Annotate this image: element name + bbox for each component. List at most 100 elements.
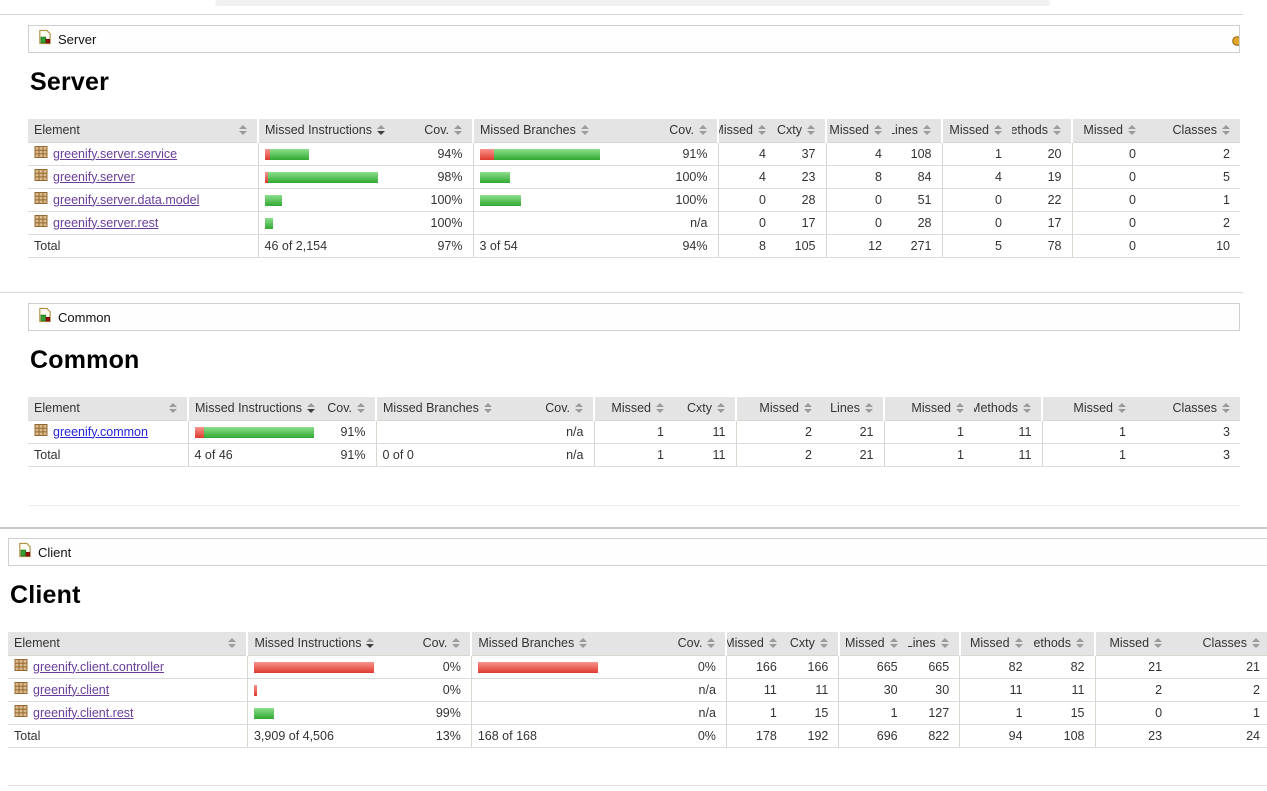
column-header-label: Cov. [328, 401, 352, 415]
column-header-12[interactable]: Classes [1136, 397, 1240, 420]
table-row: greenify.client.controller0%0%1661666656… [8, 655, 1267, 678]
missed-methods-cell: 0 [942, 188, 1012, 211]
breadcrumb[interactable]: Client [8, 538, 1267, 566]
column-header-12[interactable]: Classes [1146, 119, 1240, 142]
sort-down-icon [820, 644, 828, 648]
missed-cxty-cell: 166 [726, 655, 786, 678]
column-header-label: Missed Instructions [265, 123, 372, 137]
sort-up-icon [707, 638, 715, 642]
column-header-5[interactable]: Missed [594, 397, 674, 420]
column-header-label: Missed [718, 123, 753, 137]
branches-coverage-cell: n/a [668, 211, 718, 234]
column-header-4[interactable]: Cov. [546, 397, 594, 420]
column-header-1[interactable]: Missed Instructions [188, 397, 328, 420]
column-header-12[interactable]: Classes [1172, 632, 1267, 655]
package-link[interactable]: greenify.client.rest [33, 706, 134, 720]
column-header-7[interactable]: Missed [826, 119, 892, 142]
package-link[interactable]: greenify.server.service [53, 147, 177, 161]
column-header-7[interactable]: Missed [736, 397, 822, 420]
column-header-10[interactable]: Methods [1012, 119, 1072, 142]
column-header-5[interactable]: Missed [726, 632, 786, 655]
sort-up-icon [581, 125, 589, 129]
sort-down-icon [769, 644, 777, 648]
column-header-2[interactable]: Cov. [328, 397, 376, 420]
package-link[interactable]: greenify.common [53, 425, 148, 439]
column-header-10[interactable]: Methods [1033, 632, 1095, 655]
column-header-2[interactable]: Cov. [419, 632, 471, 655]
column-header-label: Missed [726, 636, 763, 650]
package-icon [14, 704, 28, 721]
column-header-11[interactable]: Missed [1095, 632, 1172, 655]
column-header-4[interactable]: Cov. [674, 632, 726, 655]
column-header-label: Missed Instructions [254, 636, 361, 650]
column-header-9[interactable]: Missed [960, 632, 1033, 655]
column-header-0[interactable]: Element [28, 119, 258, 142]
instructions-bar-cell [247, 655, 419, 678]
page-title: Server [30, 68, 1240, 97]
column-header-label: Element [14, 636, 60, 650]
column-header-10[interactable]: Methods [974, 397, 1042, 420]
column-header-1[interactable]: Missed Instructions [258, 119, 423, 142]
element-cell: greenify.server.rest [28, 211, 258, 234]
column-header-5[interactable]: Missed [718, 119, 776, 142]
package-link[interactable]: greenify.server.rest [53, 216, 158, 230]
session-icon[interactable] [1232, 34, 1240, 52]
instructions-bar-cell [258, 188, 423, 211]
total-label: Total [28, 443, 188, 466]
branches-bar-cell [473, 165, 668, 188]
package-link[interactable]: greenify.server [53, 170, 135, 184]
classes-cell: 3 [1136, 420, 1240, 443]
instructions-bar-cell [247, 678, 419, 701]
element-cell: greenify.server [28, 165, 258, 188]
total-branches-cell: 168 of 168 [471, 724, 674, 747]
column-header-9[interactable]: Missed [884, 397, 974, 420]
sort-up-icon [1076, 638, 1084, 642]
package-icon [34, 423, 48, 440]
instructions-coverage-cell: 99% [419, 701, 471, 724]
column-header-11[interactable]: Missed [1072, 119, 1146, 142]
package-link[interactable]: greenify.server.data.model [53, 193, 199, 207]
column-header-8[interactable]: Lines [822, 397, 884, 420]
sort-up-icon [357, 403, 365, 407]
instructions-coverage-cell: 0% [419, 655, 471, 678]
missed-classes-cell: 21 [1095, 655, 1172, 678]
column-header-0[interactable]: Element [8, 632, 247, 655]
column-header-7[interactable]: Missed [839, 632, 908, 655]
column-header-11[interactable]: Missed [1042, 397, 1136, 420]
column-header-3[interactable]: Missed Branches [471, 632, 674, 655]
column-header-6[interactable]: Cxty [674, 397, 736, 420]
divider-server-common [0, 292, 1243, 293]
column-header-6[interactable]: Cxty [787, 632, 839, 655]
column-header-8[interactable]: Lines [908, 632, 960, 655]
total-cxty-cell: 105 [776, 234, 826, 257]
column-header-4[interactable]: Cov. [668, 119, 718, 142]
column-header-9[interactable]: Missed [942, 119, 1012, 142]
sort-up-icon [923, 125, 931, 129]
instructions-bar-cell [247, 701, 419, 724]
sort-arrows-icon [1053, 125, 1061, 135]
sort-up-icon [377, 125, 385, 129]
column-header-2[interactable]: Cov. [423, 119, 473, 142]
sort-down-icon [307, 409, 315, 413]
methods-cell: 11 [974, 420, 1042, 443]
sort-down-icon [1053, 131, 1061, 135]
column-header-8[interactable]: Lines [892, 119, 942, 142]
classes-cell: 2 [1146, 142, 1240, 165]
sort-down-icon [956, 409, 964, 413]
sort-arrows-icon [169, 403, 177, 413]
sort-arrows-icon [484, 403, 492, 413]
column-header-3[interactable]: Missed Branches [376, 397, 546, 420]
breadcrumb[interactable]: Common [28, 303, 1240, 331]
instructions-bar-cell [188, 420, 328, 443]
package-link[interactable]: greenify.client.controller [33, 660, 164, 674]
column-header-3[interactable]: Missed Branches [473, 119, 668, 142]
package-link[interactable]: greenify.client [33, 683, 109, 697]
column-header-6[interactable]: Cxty [776, 119, 826, 142]
missed-classes-cell: 0 [1072, 188, 1146, 211]
breadcrumb[interactable]: Server [28, 25, 1240, 53]
column-header-1[interactable]: Missed Instructions [247, 632, 419, 655]
total-methods-cell: 108 [1033, 724, 1095, 747]
missed-classes-cell: 0 [1072, 165, 1146, 188]
branches-coverage-cell: n/a [546, 420, 594, 443]
column-header-0[interactable]: Element [28, 397, 188, 420]
